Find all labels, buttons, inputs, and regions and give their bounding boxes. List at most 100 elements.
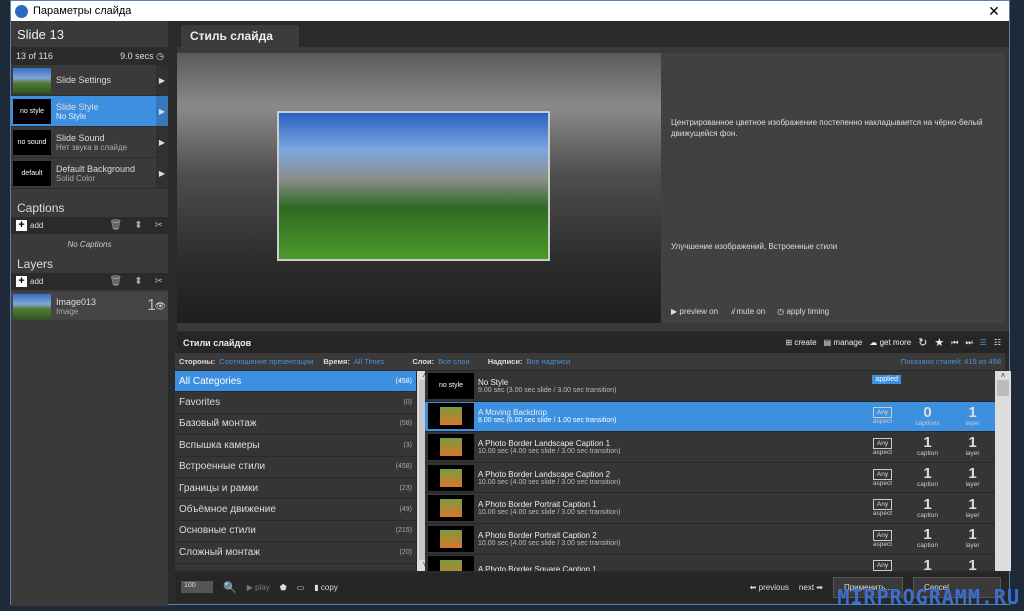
get-more-label: get more	[879, 338, 912, 347]
refresh-icon[interactable]: ↻	[918, 336, 927, 349]
style-thumbnail	[428, 495, 474, 522]
clock-icon: ◷	[777, 307, 785, 316]
category-item[interactable]: Границы и рамки (23)	[175, 478, 416, 500]
mute-on-button[interactable]: ♪̸ mute on	[730, 306, 765, 317]
layer-type: Image	[56, 306, 79, 316]
aspect-label: aspect	[872, 418, 893, 426]
last-icon[interactable]: ⏭	[965, 338, 972, 348]
detail-view-icon[interactable]: ☰	[980, 338, 987, 347]
slide-position: 13 of 116	[16, 51, 53, 61]
category-name: Основные стили	[179, 525, 256, 537]
sides-filter[interactable]: Соотношение презентации	[219, 357, 313, 366]
style-preview: Центрированное цветное изображение посте…	[177, 47, 1009, 331]
style-row[interactable]: A Moving Backdrop 8.00 sec (6.00 sec slid…	[425, 401, 995, 433]
trash-icon[interactable]: 🗑	[110, 220, 123, 231]
tools-icon[interactable]: ✂	[155, 220, 163, 231]
copy-button[interactable]: ▮ copy	[314, 583, 338, 592]
first-icon[interactable]: ⏮	[951, 338, 958, 348]
style-row[interactable]: A Photo Border Portrait Caption 1 10.00 s…	[425, 493, 995, 524]
menu-slide-style[interactable]: no style Slide Style No Style ▶	[11, 96, 168, 127]
layers-count: 1	[968, 434, 977, 452]
watermark: MIRPROGRAMM.RU	[837, 585, 1020, 609]
category-item[interactable]: Объёмное движение (49)	[175, 499, 416, 521]
search-icon[interactable]: 🔍	[223, 581, 237, 594]
category-item[interactable]: Основные стили (215)	[175, 521, 416, 543]
add-icon[interactable]: +	[16, 276, 27, 287]
next-button[interactable]: next ➡	[799, 583, 823, 592]
category-item[interactable]: Сложный монтаж (20)	[175, 542, 416, 564]
style-row[interactable]: A Photo Border Landscape Caption 1 10.00 …	[425, 432, 995, 463]
slide-options-window: Параметры слайда ✕ Slide 13 13 of 116 9.…	[10, 0, 1011, 606]
add-icon[interactable]: +	[16, 220, 27, 231]
styles-title: Стили слайдов	[183, 338, 252, 348]
style-list: no style No Style 9.00 sec (3.00 sec slide…	[425, 371, 995, 571]
manage-label: manage	[833, 338, 863, 347]
layers-heading: Layers	[17, 257, 54, 271]
reorder-icon[interactable]: ⬍	[134, 276, 142, 287]
category-item[interactable]: Встроенные стили (458)	[175, 457, 416, 478]
category-count: (458)	[395, 463, 412, 471]
star-icon[interactable]: ★	[934, 336, 944, 349]
filter-bar: Стороны: Соотношение презентации Время: Al…	[175, 353, 1005, 370]
reorder-icon[interactable]: ⬍	[134, 220, 142, 231]
style-name: A Photo Border Landscape Caption 2	[478, 469, 611, 479]
aspect-badge: Any	[872, 407, 893, 419]
category-item[interactable]: Вспышка камеры (3)	[175, 435, 416, 457]
menu-default-background[interactable]: default Default Background Solid Color ▶	[11, 158, 168, 189]
category-count: (20)	[399, 548, 412, 556]
marker-icon[interactable]: ⬟	[280, 583, 287, 592]
tab-slide-style[interactable]: Стиль слайда	[181, 25, 299, 47]
layer-name: Image013	[56, 296, 97, 307]
category-count: (58)	[399, 420, 412, 428]
scroll-thumb[interactable]	[997, 380, 1009, 396]
play-button[interactable]: ▶ play	[247, 583, 270, 592]
category-count: (3)	[403, 441, 412, 449]
chevron-right-icon: ▶	[156, 96, 168, 126]
apply-timing-button[interactable]: ◷ apply timing	[777, 306, 829, 317]
category-item[interactable]: Favorites (0)	[175, 392, 416, 414]
menu-slide-sound[interactable]: no sound Slide Sound Нет звука в слайде ▶	[11, 127, 168, 158]
category-name: Объёмное движение	[179, 504, 276, 516]
layer-item[interactable]: Image013 Image 1 👁	[11, 292, 168, 320]
layers-count-label: layer	[965, 542, 980, 550]
style-name: A Photo Border Portrait Caption 2	[478, 530, 597, 540]
thumbnail-image	[440, 560, 462, 571]
preview-color-image	[277, 111, 550, 261]
previous-button[interactable]: ⬅ previous	[750, 583, 789, 592]
category-item[interactable]: Базовый монтаж (58)	[175, 414, 416, 436]
style-row[interactable]: no style No Style 9.00 sec (3.00 sec slide…	[425, 371, 995, 402]
styles-count: Показано стилей: 419 из 458	[900, 357, 1001, 366]
menu-label: Slide Sound	[56, 132, 105, 143]
get-more-button[interactable]: ☁ get more	[869, 338, 911, 347]
tools-icon[interactable]: ✂	[155, 276, 163, 287]
style-timing: 10.00 sec (4.00 sec slide / 3.00 sec tra…	[478, 539, 621, 547]
thumbnail-image	[440, 437, 462, 456]
manage-button[interactable]: ▤ manage	[824, 338, 863, 347]
list-view-icon[interactable]: ☷	[994, 338, 1001, 347]
category-item[interactable]: All Categories (458)	[175, 371, 416, 393]
layers-filter[interactable]: Все слои	[438, 357, 470, 366]
no-captions-text: No Captions	[67, 240, 112, 249]
style-row[interactable]: A Photo Border Square Caption 1Anyaspect…	[425, 554, 995, 571]
menu-slide-settings[interactable]: Slide Settings ▶	[11, 65, 168, 96]
close-button[interactable]: ✕	[979, 3, 1009, 20]
add-layer-button[interactable]: add	[30, 277, 43, 286]
trash-icon[interactable]: 🗑	[110, 276, 123, 287]
category-name: Границы и рамки	[179, 482, 259, 494]
captions-filter[interactable]: Все надписи	[526, 357, 570, 366]
time-label: Время:	[323, 357, 350, 366]
window-icon[interactable]: ▭	[297, 583, 305, 592]
style-row[interactable]: A Photo Border Portrait Caption 2 10.00 s…	[425, 523, 995, 555]
style-name: A Photo Border Square Caption 1	[478, 564, 597, 571]
eye-icon[interactable]: 👁	[155, 301, 166, 312]
style-row[interactable]: A Photo Border Landscape Caption 2 10.00 …	[425, 462, 995, 494]
create-button[interactable]: ⊞ create	[785, 338, 816, 347]
preview-on-button[interactable]: ▶ preview on	[671, 306, 718, 317]
zoom-input[interactable]: 100	[181, 581, 213, 593]
style-list-scrollbar[interactable]: ˄	[995, 371, 1011, 571]
plus-icon: ⊞	[785, 338, 793, 347]
add-caption-button[interactable]: add	[30, 221, 43, 230]
mute-on-label: mute on	[736, 307, 766, 316]
time-filter[interactable]: All Times	[354, 357, 384, 366]
chevron-right-icon: ▶	[156, 127, 168, 157]
